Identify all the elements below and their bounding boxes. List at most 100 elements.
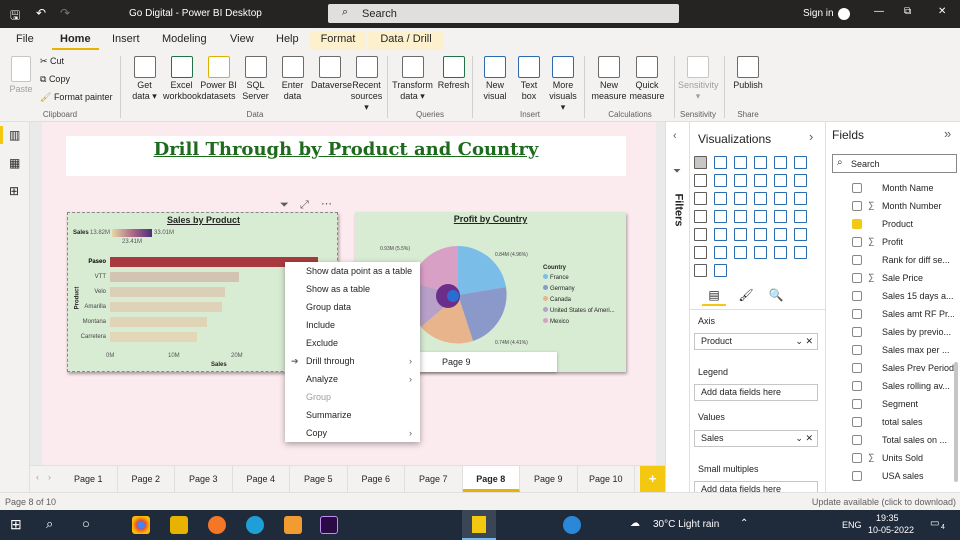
field-checkbox[interactable]: [852, 381, 862, 391]
chevron-down-icon[interactable]: ⌄ ✕: [795, 334, 813, 349]
collapse-right-icon[interactable]: ›: [809, 129, 813, 144]
field-item[interactable]: Month Number: [882, 197, 954, 215]
visual-type-icon[interactable]: [714, 264, 727, 277]
visual-type-icon[interactable]: [694, 156, 707, 169]
values-well[interactable]: Sales ⌄ ✕: [694, 430, 818, 447]
bar-2[interactable]: [110, 287, 225, 297]
close-button[interactable]: ✕: [938, 6, 946, 17]
field-checkbox[interactable]: [852, 471, 862, 481]
format-painter-button[interactable]: 🖌 Format painter: [40, 92, 112, 103]
data-button-1[interactable]: Excel workbook: [163, 54, 202, 102]
analytics-magnifier-icon[interactable]: 🔍: [764, 288, 788, 306]
report-view-icon[interactable]: ▥: [9, 128, 20, 142]
axis-well[interactable]: Product ⌄ ✕: [694, 333, 818, 350]
insert-button-0[interactable]: New visual: [478, 54, 512, 102]
field-checkbox[interactable]: [852, 327, 862, 337]
search-icon[interactable]: ⌕: [46, 516, 53, 532]
windows-start-icon[interactable]: ⊞: [10, 516, 22, 533]
notification-icon[interactable]: ▭: [930, 518, 939, 529]
visual-type-icon[interactable]: [794, 174, 807, 187]
add-page-button[interactable]: +: [640, 466, 665, 492]
field-item[interactable]: USA sales: [882, 467, 954, 485]
legend-item[interactable]: Mexico: [543, 318, 623, 329]
prev-page-icon[interactable]: ‹: [36, 472, 39, 482]
calculations-button-1[interactable]: Quick measure: [628, 54, 666, 102]
visual-type-icon[interactable]: [754, 210, 767, 223]
visual-type-icon[interactable]: [714, 228, 727, 241]
visual-type-icon[interactable]: [694, 210, 707, 223]
field-checkbox[interactable]: [852, 309, 862, 319]
field-checkbox[interactable]: [852, 237, 862, 247]
visual-type-icon[interactable]: [794, 210, 807, 223]
fields-search-input[interactable]: ⌕ Search: [832, 154, 957, 173]
premiere-pro-icon[interactable]: [320, 516, 338, 534]
expand-icon[interactable]: »: [944, 126, 951, 141]
collapse-left-icon[interactable]: ‹: [673, 130, 677, 142]
task-view-icon[interactable]: ○: [82, 516, 90, 531]
page-tab[interactable]: Page 1: [60, 466, 118, 492]
tab-view[interactable]: View: [222, 31, 262, 50]
field-item[interactable]: Month Name: [882, 179, 954, 197]
context-menu-item[interactable]: Show data point as a table: [285, 262, 420, 280]
legend-well[interactable]: Add data fields here: [694, 384, 818, 401]
save-icon[interactable]: 🖫: [10, 6, 20, 27]
field-item[interactable]: Units Sold: [882, 449, 954, 467]
field-item[interactable]: Profit: [882, 233, 954, 251]
visual-type-icon[interactable]: [714, 156, 727, 169]
visual-type-icon[interactable]: [754, 192, 767, 205]
visual-type-icon[interactable]: [794, 246, 807, 259]
tab-data-drill[interactable]: Data / Drill: [368, 31, 444, 50]
legend-item[interactable]: Canada: [543, 296, 623, 307]
page-tab[interactable]: Page 10: [578, 466, 635, 492]
visual-type-icon[interactable]: [794, 228, 807, 241]
field-item[interactable]: Sales max per ...: [882, 341, 954, 359]
tab-format[interactable]: Format: [310, 31, 366, 50]
clock-date[interactable]: 10-05-2022: [868, 525, 914, 535]
calculations-button-0[interactable]: New measure: [590, 54, 628, 102]
tab-home[interactable]: Home: [52, 31, 99, 50]
jupyter-icon[interactable]: [208, 516, 226, 534]
data-button-4[interactable]: Enter data: [274, 54, 311, 102]
format-paintroller-icon[interactable]: 🖌: [734, 288, 758, 306]
context-menu-item[interactable]: Summarize: [285, 406, 420, 424]
field-item[interactable]: Sales amt RF Pr...: [882, 305, 954, 323]
data-button-2[interactable]: Power BI datasets: [200, 54, 237, 102]
data-button-3[interactable]: SQL Server: [237, 54, 274, 102]
paste-button[interactable]: Paste: [6, 54, 36, 95]
field-item[interactable]: Sale Price: [882, 269, 954, 287]
visual-type-icon[interactable]: [734, 174, 747, 187]
field-item[interactable]: Segment: [882, 395, 954, 413]
field-checkbox[interactable]: [852, 345, 862, 355]
chevron-down-icon[interactable]: ⌄ ✕: [795, 431, 813, 446]
field-item[interactable]: Sales by previo...: [882, 323, 954, 341]
redo-icon[interactable]: ↷: [60, 6, 70, 20]
visual-type-icon[interactable]: [694, 174, 707, 187]
visual-type-icon[interactable]: [694, 228, 707, 241]
chrome-icon[interactable]: [132, 516, 150, 534]
tab-help[interactable]: Help: [268, 31, 307, 50]
small-multiples-well[interactable]: Add data fields here: [694, 481, 818, 494]
page-tab[interactable]: Page 8: [462, 466, 520, 492]
visual-type-icon[interactable]: [794, 192, 807, 205]
search-box[interactable]: ⌕ Search: [328, 4, 679, 23]
visual-type-icon[interactable]: [694, 264, 707, 277]
page-tab[interactable]: Page 5: [290, 466, 348, 492]
filter-icon[interactable]: ⏷: [280, 199, 289, 212]
tab-modeling[interactable]: Modeling: [154, 31, 215, 50]
data-view-icon[interactable]: ▦: [9, 156, 20, 170]
insert-button-2[interactable]: More visuals ▾: [546, 54, 580, 113]
visual-type-icon[interactable]: [734, 210, 747, 223]
field-checkbox[interactable]: [852, 291, 862, 301]
share-button-0[interactable]: Publish: [728, 54, 768, 91]
edge-icon[interactable]: [246, 516, 264, 534]
sign-in-link[interactable]: Sign in: [803, 8, 834, 19]
visual-type-icon[interactable]: [774, 156, 787, 169]
visual-type-icon[interactable]: [734, 156, 747, 169]
minimize-button[interactable]: —: [874, 6, 884, 17]
filters-pane[interactable]: ‹ ⏷ Filters: [665, 122, 689, 492]
field-item[interactable]: Total sales on ...: [882, 431, 954, 449]
chevron-up-icon[interactable]: ⌃: [740, 518, 748, 529]
page-tab[interactable]: Page 2: [118, 466, 175, 492]
visual-type-icon[interactable]: [774, 228, 787, 241]
more-options-icon[interactable]: ⋯: [321, 197, 332, 210]
